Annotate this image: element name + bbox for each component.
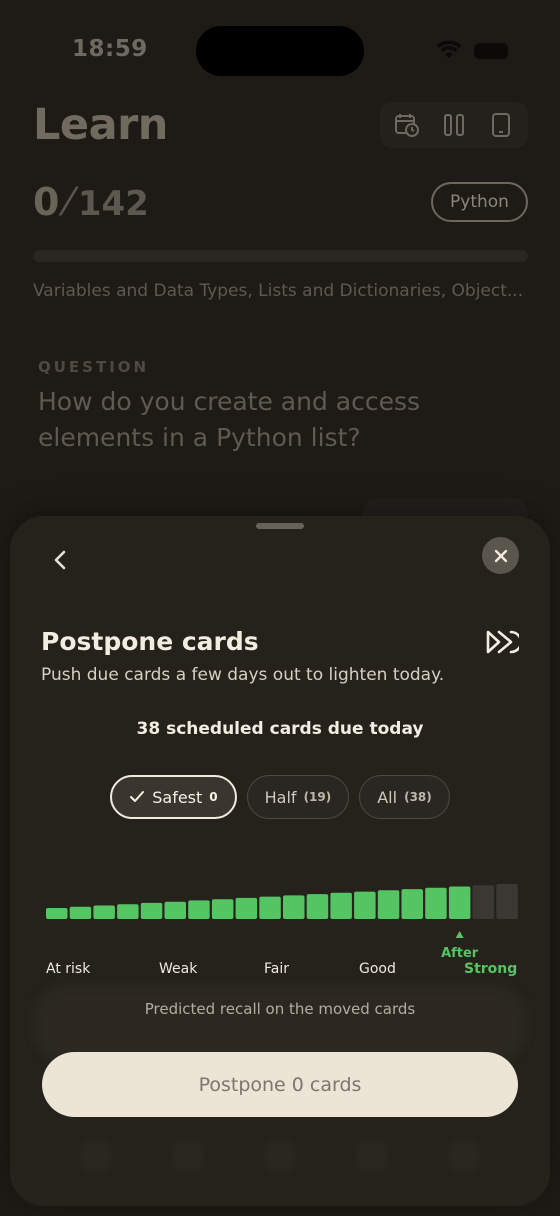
recall-chart: After (46, 856, 518, 961)
question-label: QUESTION (38, 358, 150, 376)
tab-ghost (265, 1141, 295, 1171)
recall-bar (117, 904, 139, 919)
back-chevron-icon (54, 550, 66, 570)
recall-bar (259, 896, 281, 919)
check-icon (129, 790, 145, 804)
progress-done: 0 (33, 180, 60, 224)
scale-label-good: Good (359, 961, 396, 977)
phone-icon[interactable] (486, 110, 516, 140)
recall-bar (69, 906, 92, 919)
battery-icon (474, 43, 508, 59)
due-count: 38 scheduled cards due today (136, 719, 424, 739)
postpone-button[interactable]: Postpone 0 cards (42, 1052, 518, 1117)
tab-ghost (173, 1141, 203, 1171)
cta-backdrop (36, 986, 524, 1060)
recall-bar (211, 899, 234, 919)
question-text: How do you create and access elements in… (38, 387, 421, 452)
status-bar: 18:59 (0, 0, 560, 100)
recall-bar (93, 905, 115, 919)
recall-bar (306, 894, 329, 919)
option-safest[interactable]: Safest 0 (110, 775, 237, 819)
recall-bar (496, 884, 518, 919)
postpone-options: Safest 0 Half (19) All (38) (10, 775, 550, 819)
sheet-grabber[interactable] (256, 523, 304, 529)
recall-bar (425, 887, 447, 919)
progress-separator: ⁄ (65, 180, 72, 224)
recall-bar (354, 891, 376, 919)
dynamic-island (196, 26, 364, 76)
option-count: (38) (404, 790, 432, 804)
close-button[interactable] (482, 537, 519, 574)
recall-chart-svg: After (46, 884, 518, 961)
scale-label-fair: Fair (264, 961, 289, 977)
wifi-icon (436, 40, 462, 64)
recall-bar (140, 902, 163, 919)
recall-bar (46, 908, 68, 919)
option-half[interactable]: Half (19) (246, 775, 350, 819)
recall-bar (401, 889, 423, 919)
recall-bar (472, 885, 495, 919)
recall-bar (448, 886, 471, 919)
sheet-subtitle: Push due cards a few days out to lighten… (41, 665, 445, 685)
view-mode-toggle (380, 102, 528, 148)
skip-forward-button[interactable] (482, 624, 522, 660)
tab-bar-ghost (50, 1126, 510, 1186)
language-pill[interactable]: Python (431, 182, 528, 222)
progress-total: 142 (77, 184, 149, 224)
after-marker-icon (455, 931, 464, 938)
postpone-sheet: Postpone cards Push due cards a few days… (10, 516, 550, 1206)
recall-bar (377, 890, 400, 919)
option-label: Safest (152, 787, 203, 807)
after-label: After (441, 946, 479, 961)
scale-label-at-risk: At risk (46, 961, 91, 977)
tab-ghost (357, 1141, 387, 1171)
sheet-title: Postpone cards (41, 627, 259, 656)
topics-list: Variables and Data Types, Lists and Dict… (33, 281, 524, 301)
recall-bar (164, 901, 186, 919)
option-count: (19) (303, 790, 332, 804)
tab-ghost (81, 1141, 111, 1171)
tab-ghost (449, 1141, 479, 1171)
recall-bar (330, 892, 352, 919)
columns-icon[interactable] (439, 110, 469, 140)
progress-count: 0 ⁄ 142 (33, 180, 149, 224)
skip-forward-icon (486, 630, 519, 654)
page-title: Learn (33, 100, 168, 150)
progress-bar (33, 250, 528, 262)
option-count: 0 (209, 790, 218, 804)
close-icon (494, 549, 507, 562)
status-time: 18:59 (72, 36, 148, 62)
recall-bar (188, 900, 210, 919)
recall-bar (235, 897, 258, 919)
option-label: Half (264, 787, 297, 807)
recall-caption: Predicted recall on the moved cards (144, 1000, 416, 1018)
option-all[interactable]: All (38) (359, 775, 450, 819)
option-label: All (377, 787, 398, 807)
scale-label-strong: Strong (464, 961, 518, 977)
calendar-clock-icon[interactable] (392, 110, 422, 140)
recall-bar (283, 895, 305, 919)
back-button[interactable] (40, 540, 80, 580)
recall-scale: At risk Weak Fair Good Strong (46, 961, 518, 981)
scale-label-weak: Weak (159, 961, 198, 977)
